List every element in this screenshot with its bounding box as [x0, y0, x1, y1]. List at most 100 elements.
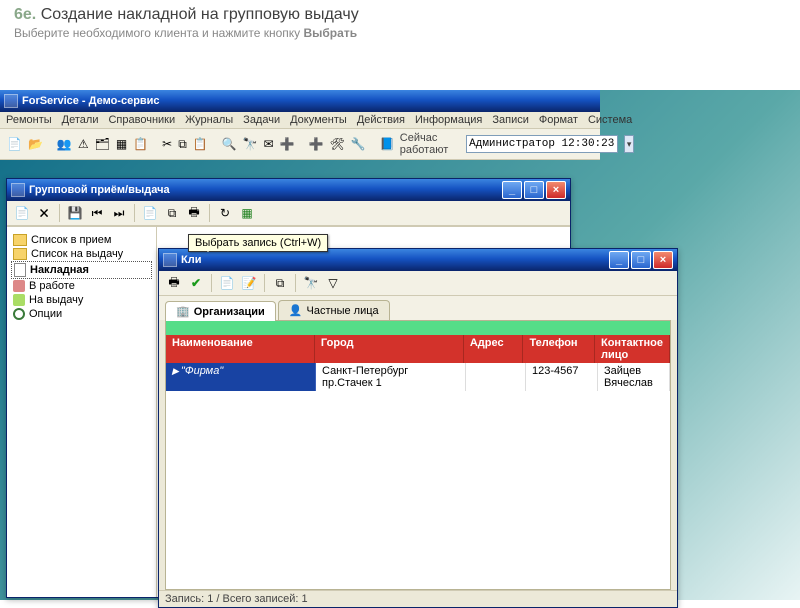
new-icon[interactable]: 📄 — [218, 274, 236, 292]
card-icon[interactable]: 🗂 — [94, 135, 111, 153]
menu-item[interactable]: Детали — [62, 114, 99, 126]
current-user-field[interactable] — [466, 135, 618, 153]
cell-contact: Зайцев Вячеслав — [598, 363, 670, 391]
tab-organizations[interactable]: 🏢 Организации — [165, 301, 276, 321]
menu-item[interactable]: Ремонты — [6, 114, 52, 126]
app-icon — [4, 94, 18, 108]
grid-empty-area — [166, 391, 670, 589]
print-icon[interactable]: 🖶 — [165, 274, 183, 292]
col-header-addr[interactable]: Адрес — [464, 335, 524, 363]
menu-item[interactable]: Задачи — [243, 114, 280, 126]
tree-node[interactable]: Список на выдачу — [11, 247, 152, 261]
warning-icon[interactable]: ⚠ — [77, 135, 90, 153]
folder-icon — [13, 248, 27, 260]
tree-node-selected[interactable]: Накладная — [11, 261, 152, 279]
plus2-icon[interactable]: ➕ — [308, 135, 325, 153]
menu-item[interactable]: Система — [588, 114, 632, 126]
grid-row-selected[interactable]: "Фирма" Санкт-Петербург пр.Стачек 1 123-… — [166, 363, 670, 391]
close-button[interactable]: × — [653, 251, 673, 269]
document-icon — [14, 263, 26, 277]
tree-node[interactable]: Список в прием — [11, 233, 152, 247]
print-icon[interactable]: 🖶 — [185, 204, 203, 222]
menu-item[interactable]: Действия — [357, 114, 405, 126]
new-icon[interactable]: 📄 — [13, 204, 31, 222]
menu-item[interactable]: Информация — [415, 114, 482, 126]
edit-icon[interactable]: 📝 — [240, 274, 258, 292]
grid-icon[interactable]: ▦ — [115, 135, 128, 153]
cut-icon[interactable]: ✂ — [161, 135, 173, 153]
group-titlebar[interactable]: Групповой приём/выдача _ □ × — [7, 179, 570, 201]
client-title: Кли — [181, 254, 201, 266]
add-icon[interactable]: ➕ — [279, 135, 296, 153]
copy-icon[interactable]: ⧉ — [163, 204, 181, 222]
tab-individuals[interactable]: 👤 Частные лица — [278, 300, 390, 320]
window-icon — [163, 253, 177, 267]
separator — [134, 204, 135, 222]
main-toolbar: 📄 📂 👥 ⚠ 🗂 ▦ 📋 ✂ ⧉ 📋 🔍 🔭 ✉ ➕ ➕ 🛠 🔧 📘 С — [0, 129, 600, 160]
users-icon[interactable]: 👥 — [56, 135, 73, 153]
window-icon — [11, 183, 25, 197]
tree-view: Список в прием Список на выдачу Накладна… — [7, 227, 157, 597]
minimize-button[interactable]: _ — [502, 181, 522, 199]
tree-node[interactable]: На выдачу — [11, 293, 152, 307]
refresh-icon[interactable]: ↻ — [216, 204, 234, 222]
menu-item[interactable]: Записи — [492, 114, 529, 126]
nav-first-icon[interactable]: ⏮ — [88, 204, 106, 222]
group-title: Групповой приём/выдача — [29, 184, 170, 196]
tree-node[interactable]: Опции — [11, 307, 152, 321]
col-header-contact[interactable]: Контактное лицо — [595, 335, 670, 363]
copy-icon[interactable]: ⧉ — [177, 135, 188, 153]
cell-addr — [466, 363, 526, 391]
grid-header: Наименование Город Адрес Телефон Контакт… — [166, 335, 670, 363]
separator — [264, 274, 265, 292]
separator — [209, 204, 210, 222]
doc-icon[interactable]: 📄 — [141, 204, 159, 222]
open-icon[interactable]: 📂 — [27, 135, 44, 153]
new-icon[interactable]: 📄 — [6, 135, 23, 153]
book-icon[interactable]: 📘 — [379, 135, 396, 153]
excel-icon[interactable]: ▦ — [238, 204, 256, 222]
menu-item[interactable]: Документы — [290, 114, 347, 126]
main-menubar: Ремонты Детали Справочники Журналы Задач… — [0, 112, 600, 129]
delete-icon[interactable]: 🗙 — [35, 204, 53, 222]
group-toolbar: 📄 🗙 💾 ⏮ ⏭ 📄 ⧉ 🖶 ↻ ▦ — [7, 201, 570, 226]
col-header-phone[interactable]: Телефон — [523, 335, 595, 363]
tool-icon[interactable]: 🛠 — [329, 135, 346, 153]
tooltip: Выбрать запись (Ctrl+W) — [188, 234, 328, 252]
col-header-name[interactable]: Наименование — [166, 335, 315, 363]
menu-item[interactable]: Журналы — [185, 114, 233, 126]
tree-node[interactable]: В работе — [11, 279, 152, 293]
close-button[interactable]: × — [546, 181, 566, 199]
form-icon[interactable]: 📋 — [132, 135, 149, 153]
main-titlebar[interactable]: ForService - Демо-сервис — [0, 90, 600, 112]
paste-icon[interactable]: 📋 — [192, 135, 209, 153]
slide-number: 6e. — [14, 6, 36, 23]
main-title: ForService - Демо-сервис — [22, 95, 160, 107]
cell-name: "Фирма" — [166, 363, 316, 391]
save-icon[interactable]: 💾 — [66, 204, 84, 222]
status-label: Сейчас работают — [400, 132, 460, 156]
grid-top-bar — [166, 321, 670, 335]
search-icon[interactable]: 🔍 — [221, 135, 238, 153]
client-titlebar[interactable]: Кли _ □ × — [159, 249, 677, 271]
tool2-icon[interactable]: 🔧 — [350, 135, 367, 153]
filter-icon[interactable]: ▽ — [324, 274, 342, 292]
main-app-window: ForService - Демо-сервис Ремонты Детали … — [0, 90, 600, 160]
mail-icon[interactable]: ✉ — [263, 135, 275, 153]
copy-icon[interactable]: ⧉ — [271, 274, 289, 292]
maximize-button[interactable]: □ — [631, 251, 651, 269]
menu-item[interactable]: Формат — [539, 114, 578, 126]
menu-item[interactable]: Справочники — [108, 114, 175, 126]
separator — [295, 274, 296, 292]
desktop-area: ForService - Демо-сервис Ремонты Детали … — [0, 90, 800, 600]
col-header-city[interactable]: Город — [315, 335, 464, 363]
binoculars-icon[interactable]: 🔭 — [242, 135, 259, 153]
folder-icon — [13, 234, 27, 246]
minimize-button[interactable]: _ — [609, 251, 629, 269]
dropdown-icon[interactable]: ▾ — [624, 135, 634, 153]
maximize-button[interactable]: □ — [524, 181, 544, 199]
nav-last-icon[interactable]: ⏭ — [110, 204, 128, 222]
binoculars-icon[interactable]: 🔭 — [302, 274, 320, 292]
select-button[interactable]: ✔ — [187, 274, 205, 292]
gear-icon — [13, 308, 25, 320]
